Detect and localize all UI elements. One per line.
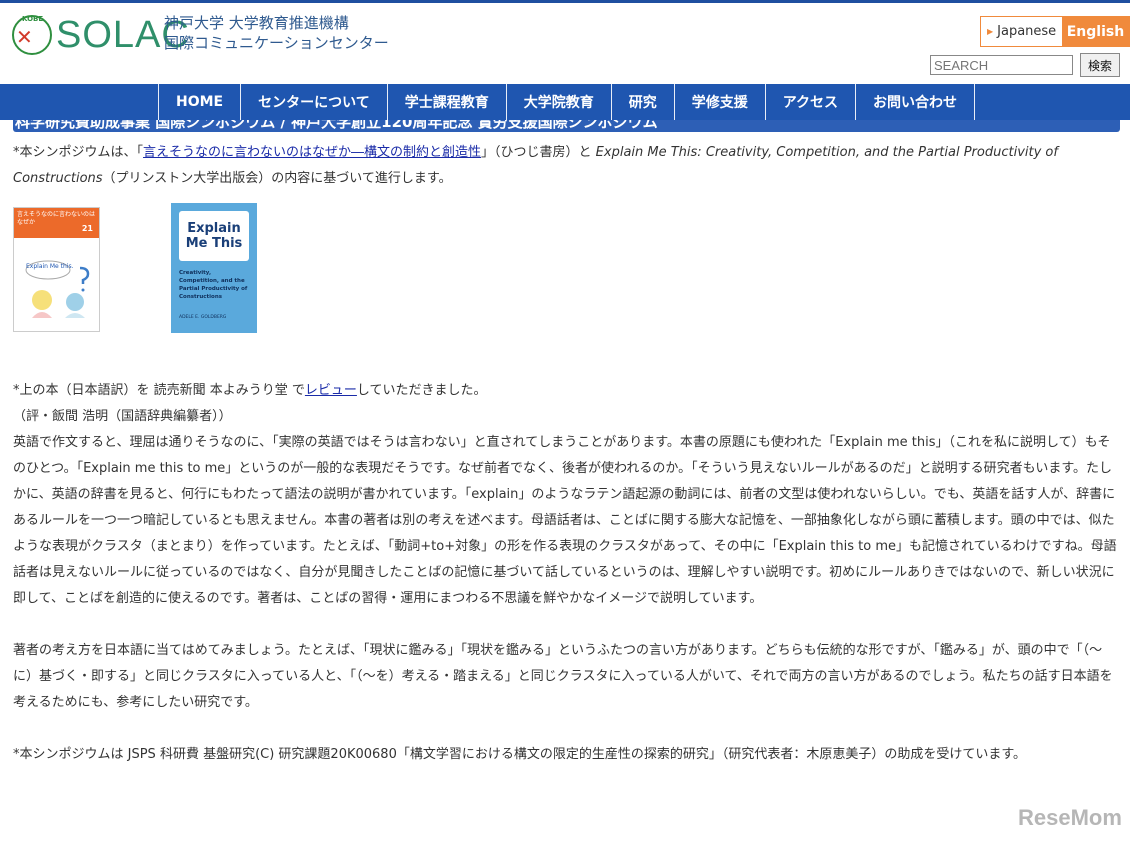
book-cover-english[interactable]: Explain Me This Creativity, Competition,… — [171, 203, 257, 333]
triangle-right-icon: ▶ — [987, 27, 994, 36]
book2-subtitle: Creativity, Competition, and the Partial… — [179, 270, 248, 300]
book1-art-label: Explain Me this. — [26, 263, 74, 270]
book-cover-japanese[interactable]: 言えそうなのに言わないのはなぜか 21 Explain Me this. — [13, 207, 100, 332]
nav-item-3[interactable]: 大学院教育 — [505, 84, 611, 120]
reviewer-line: （評・飯間 浩明（国語辞典編纂者）） — [13, 409, 232, 424]
funding-note: *本シンポジウムは JSPS 科研費 基盤研究(C) 研究課題20K00680「… — [13, 747, 1027, 762]
book-link-japanese[interactable]: 言えそうなのに言わないのはなぜか―構文の制約と創造性 — [143, 145, 481, 160]
site-header: KOBE ✕ SOLAC 神戸大学 大学教育推進機構 国際コミュニケーションセン… — [0, 3, 1130, 84]
book1-series-number: 21 — [81, 224, 93, 233]
page-title: 科学研究費助成事業 国際シンポジウム / 神戸大学創立120周年記念 賞労支援国… — [15, 120, 658, 131]
book1-illustration-icon — [25, 260, 90, 318]
resemom-watermark: ReseMom — [1018, 805, 1122, 830]
language-japanese-button[interactable]: ▶ Japanese — [981, 17, 1062, 46]
search-button[interactable]: 検索 — [1080, 53, 1120, 77]
nav-item-7[interactable]: お問い合わせ — [855, 84, 976, 120]
kobe-mark: KOBE — [22, 15, 44, 23]
nav-item-5[interactable]: 学修支援 — [673, 84, 765, 120]
nav-item-0[interactable]: HOME — [158, 84, 240, 120]
review-link[interactable]: レビュー — [305, 383, 357, 398]
nav-item-6[interactable]: アクセス — [764, 84, 855, 120]
site-logo[interactable]: KOBE ✕ SOLAC 神戸大学 大学教育推進機構 国際コミュニケーションセン… — [10, 11, 390, 63]
intro-block: *本シンポジウムは、「言えそうなのに言わないのはなぜか―構文の制約と創造性」（ひ… — [13, 140, 1118, 192]
nav-item-4[interactable]: 研究 — [610, 84, 674, 120]
language-english-button[interactable]: English — [1061, 17, 1129, 46]
book2-title: Explain Me This — [185, 221, 243, 251]
review-paragraph-2: 著者の考え方を日本語に当てはめてみましょう。たとえば、「現状に鑑みる」「現状を鑑… — [13, 643, 1113, 710]
nav-list: HOME センターについて 学士課程教育 大学院教育 研究 学修支援 アクセス お問い合わせ — [158, 84, 976, 120]
review-block: *上の本（日本語訳）を 読売新聞 本よみうり堂 でレビューしていただきました。 … — [13, 378, 1118, 768]
review-line: *上の本（日本語訳）を 読売新聞 本よみうり堂 でレビューしていただきました。 — [13, 383, 487, 398]
logo-subtitle: 神戸大学 大学教育推進機構 国際コミュニケーションセンター — [164, 13, 389, 53]
review-paragraph-1: 英語で作文すると、理屈は通りそうなのに、「実際の英語ではそうは言わない」と直され… — [13, 435, 1117, 606]
logo-subtitle-line2: 国際コミュニケーションセンター — [164, 34, 389, 52]
main-nav: HOME センターについて 学士課程教育 大学院教育 研究 学修支援 アクセス お問い合わせ — [0, 84, 1130, 120]
nav-item-1[interactable]: センターについて — [240, 84, 387, 120]
logo-subtitle-line1: 神戸大学 大学教育推進機構 — [164, 14, 349, 32]
page-title-bar: 科学研究費助成事業 国際シンポジウム / 神戸大学創立120周年記念 賞労支援国… — [13, 120, 1120, 132]
search-input[interactable] — [930, 55, 1073, 75]
language-switcher: ▶ Japanese English — [980, 16, 1130, 47]
nav-item-2[interactable]: 学士課程教育 — [386, 84, 506, 120]
book2-author: ADELE E. GOLDBERG — [179, 315, 227, 320]
intro-text: *本シンポジウムは、「言えそうなのに言わないのはなぜか―構文の制約と創造性」（ひ… — [13, 145, 1058, 186]
kobe-emblem-icon: KOBE ✕ — [12, 15, 52, 55]
